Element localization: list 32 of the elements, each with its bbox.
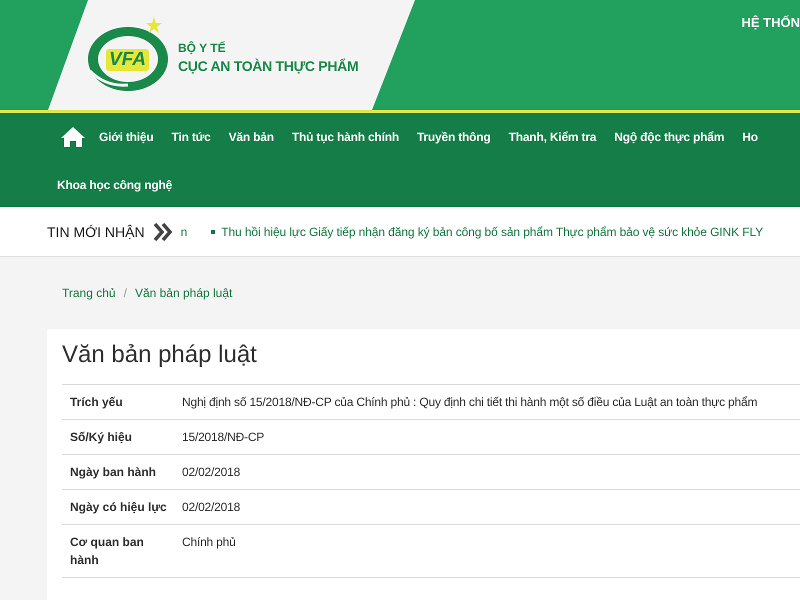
field-label: Cơ quan ban hành <box>69 534 145 569</box>
nav-link[interactable]: Truyền thông <box>408 130 500 144</box>
page-title: Văn bản pháp luật <box>62 341 258 369</box>
field-value: 02/02/2018 <box>182 499 242 516</box>
top-link[interactable]: HỆ THỐN <box>742 15 800 30</box>
logo-text: VFA <box>106 48 149 70</box>
ticker-fragment[interactable]: n <box>180 224 188 238</box>
field-label: Trích yếu <box>69 394 124 411</box>
field-value: Chính phủ <box>182 534 237 551</box>
nav-link[interactable]: Thủ tục hành chính <box>282 130 408 144</box>
nav-link[interactable]: Thanh, Kiểm tra <box>500 130 606 144</box>
nav-link[interactable]: Khoa học công nghệ <box>48 178 182 192</box>
nav-link[interactable]: Giới thiệu <box>90 130 163 144</box>
home-icon[interactable] <box>60 126 86 148</box>
breadcrumb-separator: / <box>124 286 127 300</box>
field-value: 15/2018/NĐ-CP <box>182 429 266 446</box>
double-chevron-icon <box>152 222 173 242</box>
nav-link[interactable]: Tin tức <box>162 130 220 144</box>
nav-link[interactable]: Ho <box>733 130 767 144</box>
field-value: 02/02/2018 <box>182 464 242 481</box>
nav-link[interactable]: Ngộ độc thực phẩm <box>605 130 734 144</box>
agency-name: CỤC AN TOÀN THỰC PHẨM <box>178 58 358 74</box>
bullet-icon <box>211 230 216 234</box>
field-label: Ngày có hiệu lực <box>69 499 168 516</box>
breadcrumb-link[interactable]: Trang chủ <box>62 286 116 300</box>
field-label: Ngày ban hành <box>69 464 158 481</box>
ministry-name: BỘ Y TẾ <box>178 40 227 54</box>
breadcrumb-link[interactable]: Văn bản pháp luật <box>134 286 232 300</box>
ticker-label: TIN MỚI NHẬN <box>47 224 145 240</box>
nav-link[interactable]: Văn bản <box>220 130 283 144</box>
field-value: Nghị định số 15/2018/NĐ-CP của Chính phủ : Quy định chi tiết thi hành một số điều của Luật an toàn thực phẩm <box>182 394 758 411</box>
field-label: Số/Ký hiệu <box>69 429 134 446</box>
